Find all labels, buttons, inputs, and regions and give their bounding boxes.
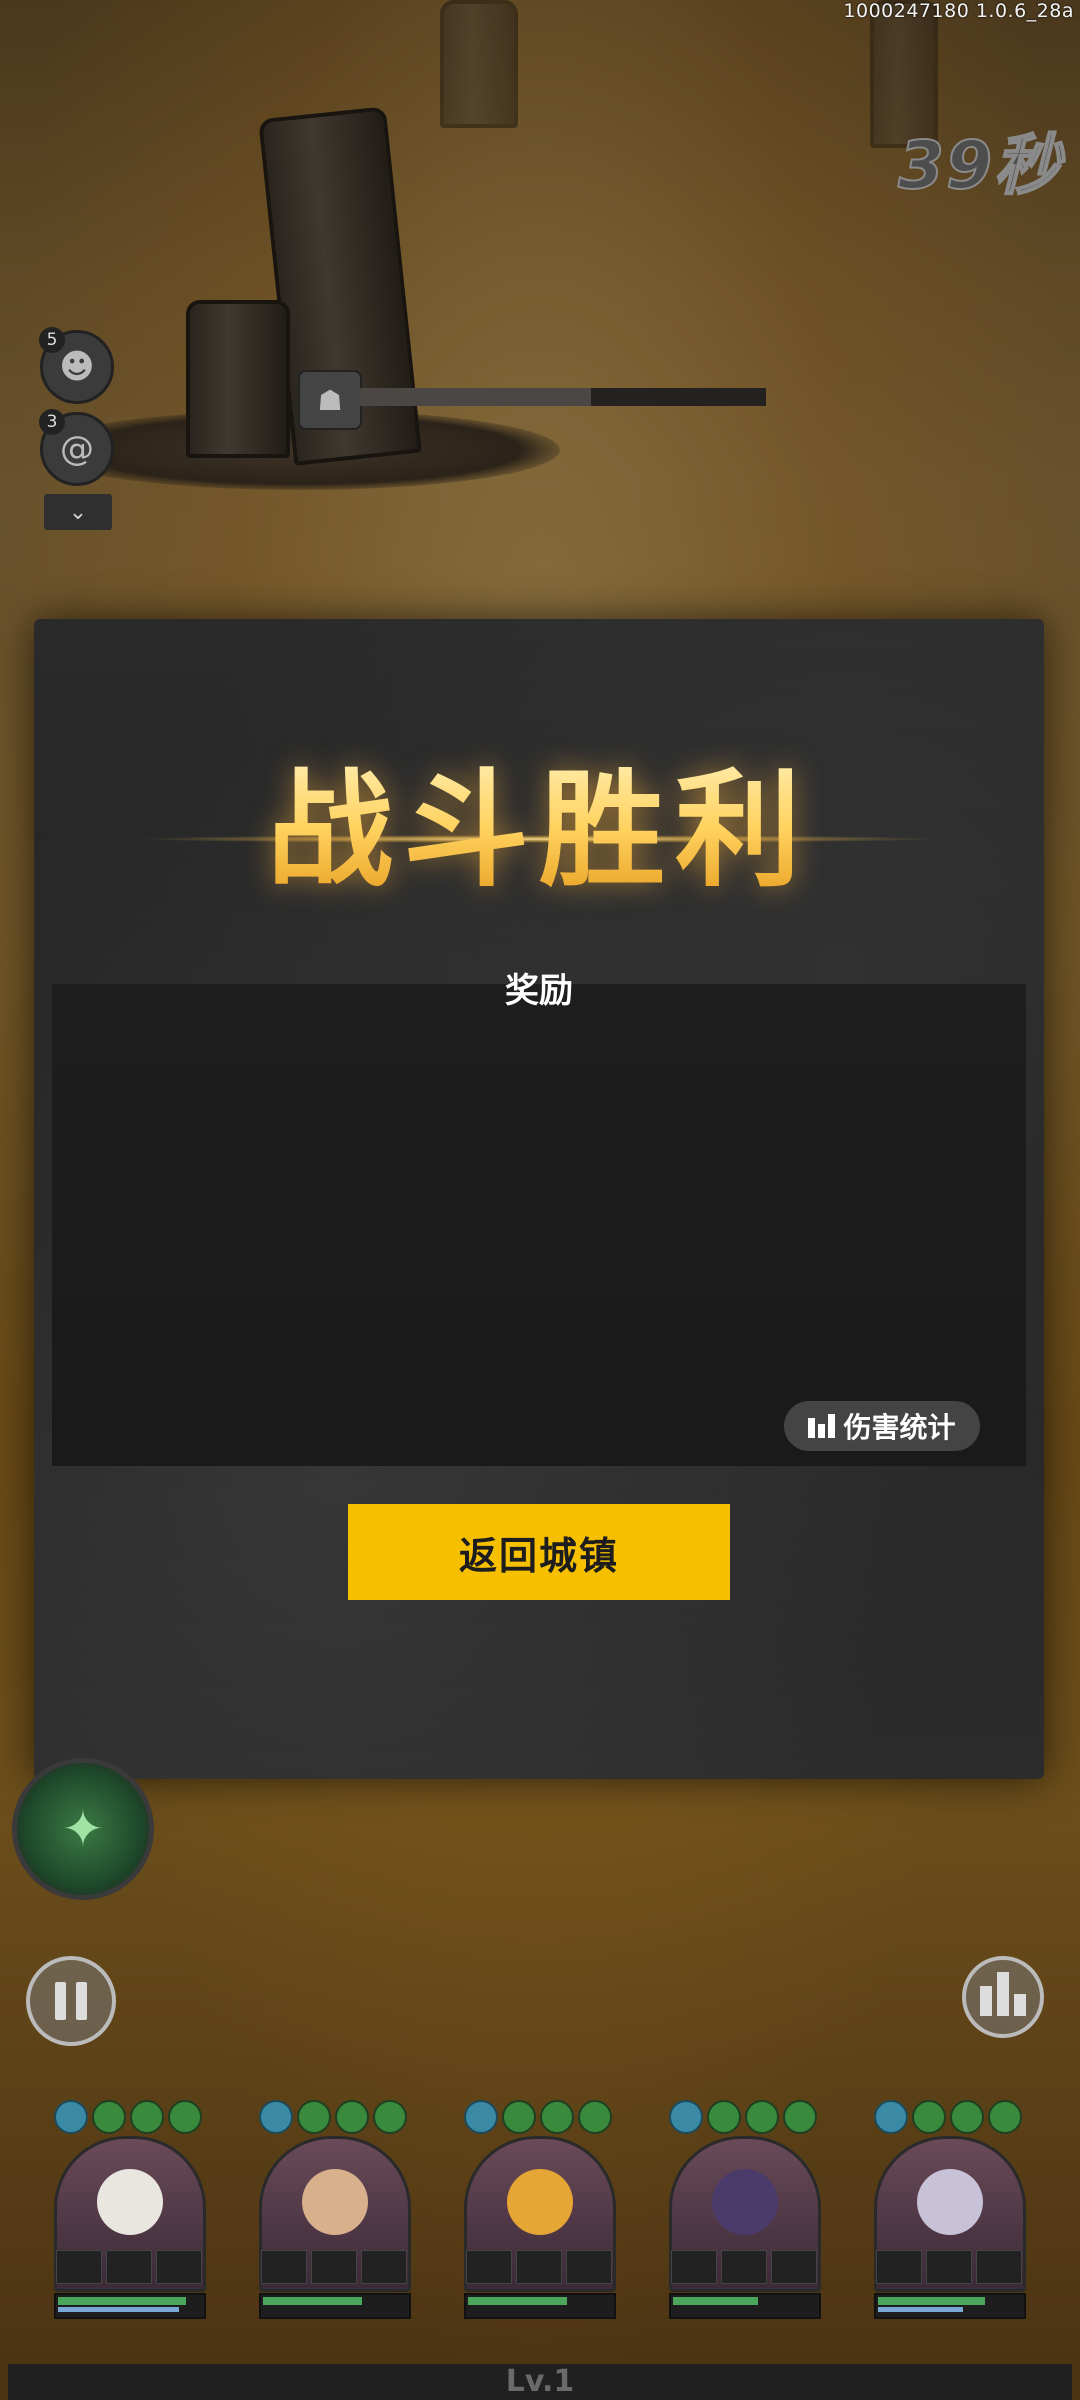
- battle-timer: 39秒: [897, 126, 1062, 205]
- build-version-text: 1000247180 1.0.6_28a: [843, 0, 1074, 22]
- player-level-bar: Lv.1: [8, 2364, 1072, 2400]
- chevron-down-icon: ⌄: [68, 499, 88, 525]
- swirl-icon: @: [60, 429, 94, 469]
- equipment-slot: [721, 2250, 767, 2284]
- hero-equipment-slots: [671, 2250, 817, 2284]
- hero-hp-bar: [259, 2293, 411, 2319]
- buff-icon: [168, 2100, 202, 2134]
- hero-face: [712, 2169, 778, 2235]
- hero-buff-list: [464, 2100, 612, 2134]
- equipment-slot: [106, 2250, 152, 2284]
- hero-hp-bar: [874, 2293, 1026, 2319]
- hero-mana-fill: [878, 2307, 964, 2312]
- hero-card[interactable]: [255, 2100, 411, 2320]
- buff-icon: [988, 2100, 1022, 2134]
- hero-hp-fill: [878, 2297, 985, 2305]
- hero-card[interactable]: [665, 2100, 821, 2320]
- boss-hp-fill: [360, 388, 592, 406]
- damage-stats-button[interactable]: 伤害统计: [784, 1401, 980, 1451]
- hero-card[interactable]: [460, 2100, 616, 2320]
- skill-orb-button[interactable]: ✦: [12, 1758, 154, 1900]
- hero-mana-fill: [58, 2307, 179, 2312]
- buff-icon: [54, 2100, 88, 2134]
- buff-icon: [130, 2100, 164, 2134]
- boss-portrait-icon: ☗: [298, 370, 362, 430]
- buff-icon: [783, 2100, 817, 2134]
- buff-icon: [502, 2100, 536, 2134]
- reward-label: 奖励: [505, 971, 573, 1011]
- buff-icon: [578, 2100, 612, 2134]
- enemy-wave-moai[interactable]: ☻ 5: [39, 327, 114, 404]
- enemy-count-badge: 5: [39, 327, 65, 353]
- battle-stats-button[interactable]: [962, 1956, 1044, 2038]
- hero-face: [97, 2169, 163, 2235]
- bar-chart-icon: [808, 1414, 836, 1438]
- equipment-slot: [976, 2250, 1022, 2284]
- buff-icon: [297, 2100, 331, 2134]
- hero-hp-fill: [263, 2297, 363, 2305]
- enemy-wave-swirl[interactable]: @ 3: [39, 409, 114, 486]
- hero-hp-bar: [54, 2293, 206, 2319]
- hero-hp-fill: [58, 2297, 186, 2305]
- equipment-slot: [771, 2250, 817, 2284]
- boss-hp-bar: [360, 388, 766, 406]
- hero-buff-list: [669, 2100, 817, 2134]
- hero-hp-bar: [669, 2293, 821, 2319]
- equipment-slot: [876, 2250, 922, 2284]
- pause-icon: [55, 1982, 87, 2020]
- equipment-slot: [261, 2250, 307, 2284]
- equipment-slot: [926, 2250, 972, 2284]
- equipment-slot: [311, 2250, 357, 2284]
- collapse-enemy-list-button[interactable]: ⌄: [44, 494, 112, 530]
- hero-face: [302, 2169, 368, 2235]
- equipment-slot: [671, 2250, 717, 2284]
- hero-equipment-slots: [56, 2250, 202, 2284]
- buff-icon: [373, 2100, 407, 2134]
- buff-icon: [874, 2100, 908, 2134]
- equipment-slot: [566, 2250, 612, 2284]
- bar-chart-icon: [980, 1972, 1026, 2016]
- hero-party: [50, 2100, 1030, 2320]
- hero-card[interactable]: [870, 2100, 1026, 2320]
- buff-icon: [669, 2100, 703, 2134]
- equipment-slot: [516, 2250, 562, 2284]
- hero-hp-fill: [468, 2297, 568, 2305]
- hero-card[interactable]: [50, 2100, 206, 2320]
- equipment-slot: [56, 2250, 102, 2284]
- hero-equipment-slots: [466, 2250, 612, 2284]
- enemy-count-badge: 3: [39, 409, 65, 435]
- equipment-slot: [466, 2250, 512, 2284]
- return-to-town-button[interactable]: 返回城镇: [348, 1504, 730, 1600]
- buff-icon: [912, 2100, 946, 2134]
- pause-button[interactable]: [26, 1956, 116, 2046]
- buff-icon: [950, 2100, 984, 2134]
- equipment-slot: [361, 2250, 407, 2284]
- hero-buff-list: [259, 2100, 407, 2134]
- buff-icon: [92, 2100, 126, 2134]
- hero-face: [917, 2169, 983, 2235]
- hero-equipment-slots: [261, 2250, 407, 2284]
- skill-orb-icon: ✦: [62, 1800, 104, 1858]
- buff-icon: [464, 2100, 498, 2134]
- hero-face: [507, 2169, 573, 2235]
- buff-icon: [707, 2100, 741, 2134]
- buff-icon: [335, 2100, 369, 2134]
- hero-buff-list: [874, 2100, 1022, 2134]
- buff-icon: [259, 2100, 293, 2134]
- buff-icon: [540, 2100, 574, 2134]
- buff-icon: [745, 2100, 779, 2134]
- hero-buff-list: [54, 2100, 202, 2134]
- hero-hp-bar: [464, 2293, 616, 2319]
- hero-equipment-slots: [876, 2250, 1022, 2284]
- equipment-slot: [156, 2250, 202, 2284]
- moai-icon: ☻: [59, 347, 95, 387]
- hero-hp-fill: [673, 2297, 759, 2305]
- battle-result-panel: 战斗胜利 奖励 伤害统计 返回城镇: [34, 619, 1044, 1779]
- damage-stats-label: 伤害统计: [843, 1411, 956, 1444]
- victory-title: 战斗胜利: [34, 729, 1044, 911]
- reward-area: [52, 984, 1026, 1466]
